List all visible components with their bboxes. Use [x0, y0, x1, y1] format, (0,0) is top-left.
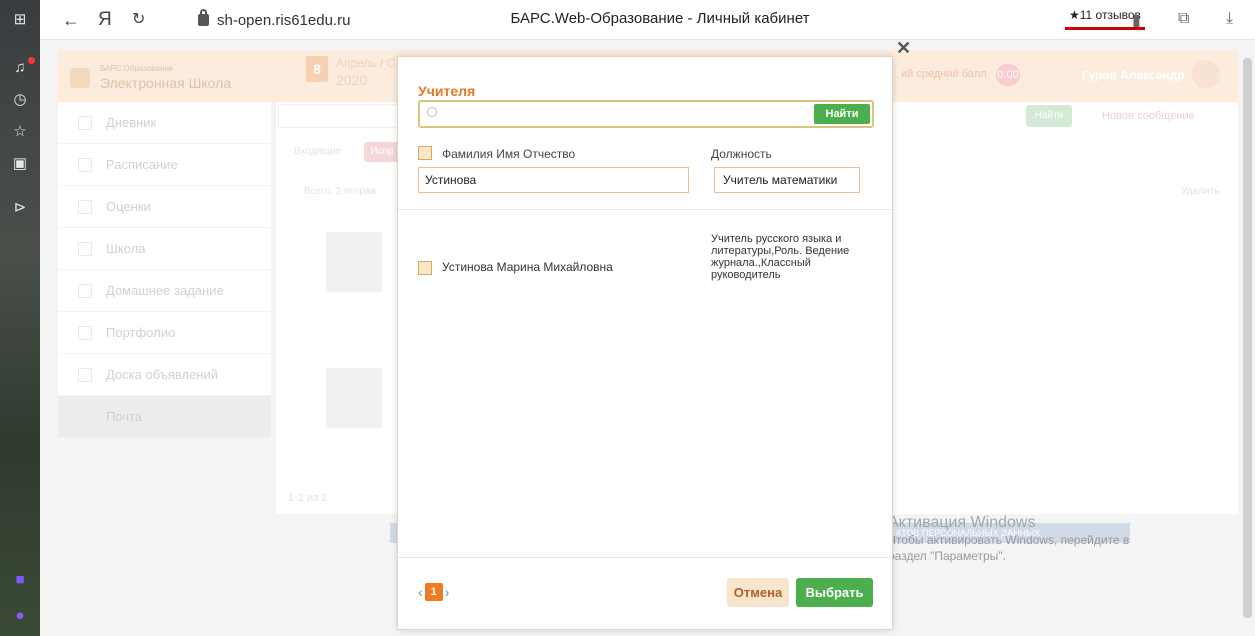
alice-app-icon[interactable]: ■ — [8, 568, 32, 592]
name-filter-field[interactable]: Устинова — [418, 167, 689, 193]
scrollbar-thumb[interactable] — [1243, 58, 1252, 618]
prev-page-icon[interactable]: ‹ — [418, 584, 423, 600]
windows-activation-watermark: Активация Windows Чтобы активировать Win… — [888, 514, 1188, 564]
reload-icon[interactable]: ↻ — [132, 8, 145, 32]
teacher-position: Учитель русского языка и литературы,Роль… — [711, 233, 850, 281]
find-button[interactable]: Найти — [814, 104, 870, 124]
notifications-icon[interactable]: ♫ — [8, 56, 35, 80]
teachers-dialog: Учителя Найти Фамилия Имя Отчество Должн… — [397, 56, 893, 630]
download-icon[interactable]: ⤓ — [1226, 10, 1233, 28]
column-header-name: Фамилия Имя Отчество — [442, 147, 576, 161]
dialog-pagination: ‹ 1 › — [418, 583, 449, 601]
divider — [398, 557, 892, 558]
lock-icon — [198, 9, 209, 26]
browser-toolbar: ← Я ↻ sh-open.ris61edu.ru БАРС.Web-Образ… — [40, 0, 1255, 40]
notification-dot — [28, 57, 35, 64]
next-page-icon[interactable]: › — [445, 584, 450, 600]
page-scrollbar[interactable] — [1240, 40, 1255, 636]
back-arrow-icon[interactable]: ← — [62, 8, 80, 32]
page-title: БАРС.Web-Образование - Личный кабинет — [510, 10, 810, 27]
url-text: sh-open.ris61edu.ru — [217, 11, 351, 29]
activation-title: Активация Windows — [888, 514, 1036, 531]
teacher-search-input[interactable]: Найти — [418, 100, 874, 128]
divider — [398, 209, 892, 210]
select-all-checkbox[interactable] — [418, 146, 432, 160]
search-icon — [427, 107, 437, 117]
browser-side-panel: ⊞ ♫ ◷ ☆ ▣ ⊳ ■ ● — [0, 0, 40, 636]
collections-icon[interactable]: ▣ — [8, 152, 32, 176]
close-icon[interactable]: ✕ — [896, 39, 911, 57]
yandex-logo-icon[interactable]: Я — [98, 8, 112, 32]
column-header-position: Должность — [711, 147, 772, 161]
extensions-icon[interactable]: ⧉ — [1178, 10, 1189, 28]
history-icon[interactable]: ◷ — [8, 88, 32, 112]
teacher-row-checkbox[interactable] — [418, 261, 432, 275]
apps-grid-icon[interactable]: ⊞ — [8, 8, 32, 32]
cancel-button[interactable]: Отмена — [727, 578, 789, 607]
bookmarks-star-icon[interactable]: ☆ — [8, 120, 32, 144]
play-icon[interactable]: ⊳ — [8, 196, 32, 220]
address-bar[interactable]: sh-open.ris61edu.ru — [198, 7, 350, 33]
bookmark-icon[interactable]: ▮ — [1132, 10, 1141, 30]
screen: ⊞ ♫ ◷ ☆ ▣ ⊳ ■ ● ← Я ↻ sh-open.ris61edu.r… — [0, 0, 1255, 636]
select-button[interactable]: Выбрать — [796, 578, 873, 607]
alice-assistant-icon[interactable]: ● — [8, 604, 32, 628]
dialog-title: Учителя — [418, 83, 476, 99]
teacher-name[interactable]: Устинова Марина Михайловна — [442, 260, 613, 274]
page-number[interactable]: 1 — [424, 583, 443, 601]
activation-line1: Чтобы активировать Windows, перейдите в — [888, 533, 1130, 547]
position-filter-field[interactable]: Учитель математики — [714, 167, 860, 193]
activation-line2: раздел "Параметры". — [888, 549, 1006, 563]
